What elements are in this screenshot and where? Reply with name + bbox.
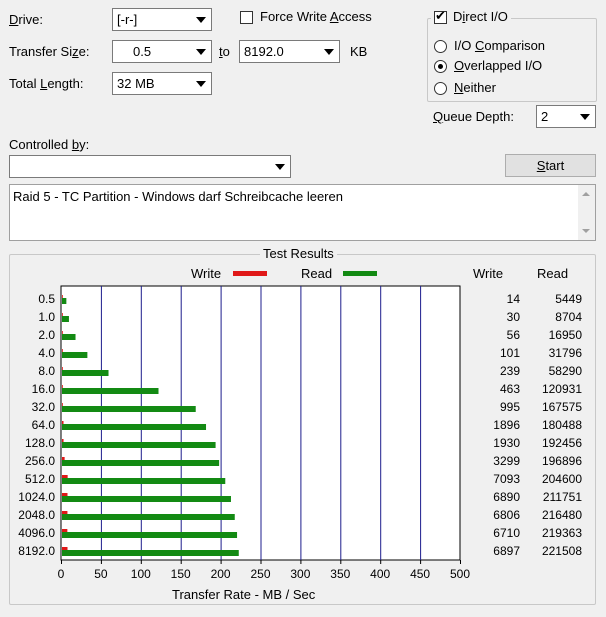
write-value-cell: 30: [506, 310, 520, 324]
read-bar: [62, 460, 220, 466]
y-category-label: 8.0: [38, 364, 55, 378]
x-tick-label: 300: [290, 567, 310, 581]
read-bar: [62, 406, 196, 412]
write-bar: [62, 367, 63, 370]
y-category-label: 0.5: [38, 292, 55, 306]
read-value-cell: 167575: [541, 400, 582, 414]
y-category-label: 512.0: [25, 472, 55, 486]
write-bar: [62, 511, 68, 514]
y-category-label: 4.0: [38, 346, 55, 360]
write-value-cell: 995: [499, 400, 520, 414]
write-value-cell: 6806: [493, 508, 520, 522]
x-tick-label: 250: [250, 567, 270, 581]
read-value-cell: 120931: [541, 382, 582, 396]
read-value-cell: 180488: [541, 418, 582, 432]
write-bar: [62, 547, 68, 550]
x-tick-label: 100: [131, 567, 151, 581]
x-tick-label: 0: [58, 567, 65, 581]
y-category-label: 8192.0: [18, 544, 55, 558]
write-bar: [62, 457, 65, 460]
read-value-cell: 219363: [541, 526, 582, 540]
y-category-label: 2048.0: [18, 508, 55, 522]
read-bar: [62, 478, 226, 484]
write-bar: [62, 385, 63, 388]
read-value-cell: 5449: [555, 292, 582, 306]
write-bar: [62, 493, 68, 496]
write-value-cell: 56: [506, 328, 520, 342]
x-tick-label: 350: [330, 567, 350, 581]
x-tick-label: 400: [370, 567, 390, 581]
read-bar: [62, 352, 88, 358]
write-value-cell: 463: [499, 382, 520, 396]
read-bar: [62, 442, 216, 448]
read-bar: [62, 550, 239, 556]
read-value-cell: 216480: [541, 508, 582, 522]
write-bar: [62, 439, 64, 442]
read-value-cell: 31796: [548, 346, 582, 360]
write-value-cell: 6890: [493, 490, 520, 504]
read-value-cell: 196896: [541, 454, 582, 468]
x-tick-label: 500: [450, 567, 470, 581]
read-value-cell: 221508: [541, 544, 582, 558]
x-tick-label: 150: [171, 567, 191, 581]
write-bar: [62, 475, 68, 478]
y-category-label: 1024.0: [18, 490, 55, 504]
write-value-cell: 3299: [493, 454, 520, 468]
x-tick-label: 200: [211, 567, 231, 581]
y-category-label: 1.0: [38, 310, 55, 324]
read-bar: [62, 424, 207, 430]
write-value-cell: 1930: [493, 436, 520, 450]
read-bar: [62, 514, 235, 520]
y-category-label: 4096.0: [18, 526, 55, 540]
read-bar: [62, 496, 231, 502]
read-value-cell: 192456: [541, 436, 582, 450]
read-value-cell: 204600: [541, 472, 582, 486]
write-value-cell: 7093: [493, 472, 520, 486]
x-axis-label: Transfer Rate - MB / Sec: [172, 587, 316, 602]
read-value-cell: 58290: [548, 364, 582, 378]
write-bar: [62, 331, 63, 334]
write-bar: [62, 529, 68, 532]
y-category-label: 2.0: [38, 328, 55, 342]
transfer-rate-chart: 0 50 100 150 200 250 300 350 400 450 500 0.5 1.0 2.0 4…: [18, 285, 470, 581]
write-value-cell: 1896: [493, 418, 520, 432]
y-category-label: 256.0: [25, 454, 55, 468]
y-category-label: 128.0: [25, 436, 55, 450]
write-value-cell: 14: [506, 292, 520, 306]
read-bar: [62, 334, 76, 340]
write-bar: [62, 349, 63, 352]
read-value-cell: 211751: [542, 490, 582, 504]
read-bar: [62, 316, 69, 322]
y-category-label: 32.0: [32, 400, 56, 414]
read-bar: [62, 388, 159, 394]
write-bar: [62, 403, 63, 406]
write-bar: [62, 421, 64, 424]
write-value-cell: 239: [499, 364, 520, 378]
write-bar: [62, 295, 63, 298]
read-bar: [62, 532, 238, 538]
x-tick-label: 450: [410, 567, 430, 581]
write-value-cell: 6710: [493, 526, 520, 540]
read-bar: [62, 370, 109, 376]
write-value-cell: 101: [499, 346, 520, 360]
write-value-cell: 6897: [493, 544, 520, 558]
read-bar: [62, 298, 67, 304]
x-tick-label: 50: [94, 567, 108, 581]
read-value-cell: 8704: [555, 310, 582, 324]
write-bar: [62, 313, 63, 316]
y-category-label: 64.0: [32, 418, 56, 432]
y-category-label: 16.0: [32, 382, 56, 396]
read-value-cell: 16950: [548, 328, 582, 342]
